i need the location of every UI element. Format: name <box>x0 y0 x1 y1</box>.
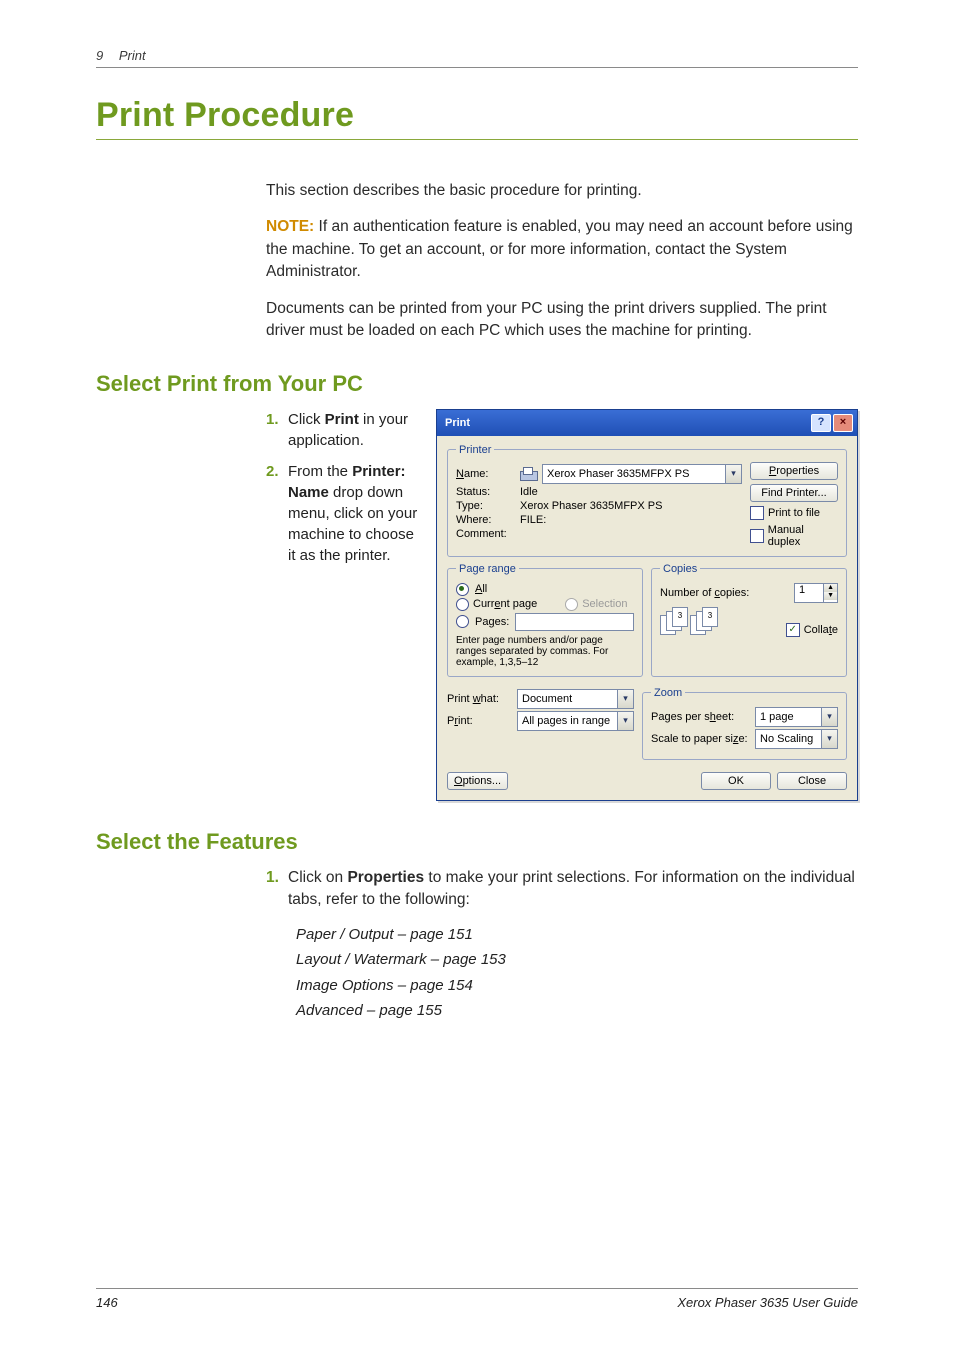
chevron-down-icon[interactable]: ▾ <box>821 708 837 726</box>
ref-item: Paper / Output – page 151 <box>296 922 858 948</box>
close-button[interactable]: Close <box>777 772 847 790</box>
ok-button[interactable]: OK <box>701 772 771 790</box>
intro-paragraph: This section describes the basic procedu… <box>266 180 858 202</box>
collate-icon: 1 2 3 1 2 3 <box>660 605 724 637</box>
manual-duplex-checkbox[interactable]: Manual duplex <box>750 524 838 548</box>
copies-label: Number of copies: <box>660 587 749 599</box>
intro-block: This section describes the basic procedu… <box>266 180 858 343</box>
radio-icon <box>456 615 469 628</box>
range-pages-radio[interactable]: Pages: <box>456 613 634 631</box>
chevron-up-icon[interactable]: ▲ <box>824 584 837 592</box>
printer-comment-label: Comment: <box>456 528 514 540</box>
print-range-dropdown[interactable]: All pages in range ▾ <box>517 711 634 731</box>
step-2: 2. From the Printer: Name drop down menu… <box>266 461 418 566</box>
section1-layout: 1. Click Print in your application. 2. F… <box>266 409 858 801</box>
step-number: 1. <box>266 409 288 451</box>
section1-steps: 1. Click Print in your application. 2. F… <box>266 409 418 576</box>
print-to-file-checkbox[interactable]: Print to file <box>750 506 838 520</box>
checkbox-icon: ✓ <box>786 623 800 637</box>
pages-per-sheet-label: Pages per sheet: <box>651 711 749 723</box>
running-header: 9 Print <box>96 48 858 68</box>
ref-item: Advanced – page 155 <box>296 998 858 1024</box>
section-heading-select-print: Select Print from Your PC <box>96 371 858 397</box>
section2-body: 1. Click on Properties to make your prin… <box>266 867 858 912</box>
range-current-radio[interactable]: Current page <box>456 598 537 611</box>
radio-icon <box>565 598 578 611</box>
range-all-radio[interactable]: All <box>456 583 634 596</box>
chapter-number: 9 <box>96 48 103 63</box>
chapter-title: Print <box>119 48 146 63</box>
ref-item: Image Options – page 154 <box>296 973 858 999</box>
section-heading-select-features: Select the Features <box>96 829 858 855</box>
printer-name-label: Name: <box>456 468 514 480</box>
ref-item: Layout / Watermark – page 153 <box>296 947 858 973</box>
printer-type-label: Type: <box>456 500 514 512</box>
scale-to-paper-label: Scale to paper size: <box>651 733 749 745</box>
chevron-down-icon[interactable]: ▼ <box>824 592 837 600</box>
guide-title: Xerox Phaser 3635 User Guide <box>677 1295 858 1310</box>
step-text: Click on Properties to make your print s… <box>288 867 858 912</box>
step-1: 1. Click Print in your application. <box>266 409 418 451</box>
dialog-body: Printer Name: Xerox Phaser 3635MFPX PS ▾ <box>437 436 857 800</box>
page-footer: 146 Xerox Phaser 3635 User Guide <box>96 1288 858 1310</box>
zoom-legend: Zoom <box>651 687 685 699</box>
help-icon[interactable]: ? <box>811 414 831 432</box>
section2-step-1: 1. Click on Properties to make your prin… <box>266 867 858 912</box>
printer-where-value: FILE: <box>520 514 546 526</box>
copies-group: Copies Number of copies: 1 ▲▼ <box>651 563 847 677</box>
step-text: From the Printer: Name drop down menu, c… <box>288 461 418 566</box>
page: 9 Print Print Procedure This section des… <box>0 0 954 1350</box>
print-what-label: Print what: <box>447 693 511 705</box>
print-dialog: Print ? × Printer Name: <box>436 409 858 801</box>
printer-group: Printer Name: Xerox Phaser 3635MFPX PS ▾ <box>447 444 847 557</box>
reference-list: Paper / Output – page 151 Layout / Water… <box>296 922 858 1024</box>
options-button[interactable]: Options... <box>447 772 508 790</box>
printer-where-label: Where: <box>456 514 514 526</box>
chevron-down-icon[interactable]: ▾ <box>617 690 633 708</box>
pages-input[interactable] <box>515 613 634 631</box>
intro-paragraph-2: Documents can be printed from your PC us… <box>266 298 858 343</box>
page-range-hint: Enter page numbers and/or page ranges se… <box>456 635 634 668</box>
dialog-titlebar[interactable]: Print ? × <box>437 410 857 436</box>
zoom-group: Zoom Pages per sheet: 1 page ▾ Scale to … <box>642 687 847 760</box>
page-range-group: Page range All Current page Selection Pa… <box>447 563 643 677</box>
page-range-legend: Page range <box>456 563 519 575</box>
step-number: 1. <box>266 867 288 912</box>
chevron-down-icon[interactable]: ▾ <box>821 730 837 748</box>
chapter-sep <box>107 48 119 63</box>
print-range-label: Print: <box>447 715 511 727</box>
chevron-down-icon[interactable]: ▾ <box>725 465 741 483</box>
step-text: Click Print in your application. <box>288 409 418 451</box>
copies-stepper[interactable]: 1 ▲▼ <box>794 583 838 603</box>
note-body: If an authentication feature is enabled,… <box>266 218 853 280</box>
radio-icon <box>456 583 469 596</box>
range-selection-radio: Selection <box>565 598 627 611</box>
properties-button[interactable]: Properties <box>750 462 838 480</box>
page-number: 146 <box>96 1295 118 1310</box>
scale-to-paper-dropdown[interactable]: No Scaling ▾ <box>755 729 838 749</box>
dialog-title: Print <box>445 417 470 429</box>
page-title: Print Procedure <box>96 96 858 135</box>
copies-legend: Copies <box>660 563 700 575</box>
radio-icon <box>456 598 469 611</box>
printer-legend: Printer <box>456 444 494 456</box>
checkbox-icon <box>750 529 764 543</box>
printer-type-value: Xerox Phaser 3635MFPX PS <box>520 500 662 512</box>
close-icon[interactable]: × <box>833 414 853 432</box>
printer-name-dropdown[interactable]: Xerox Phaser 3635MFPX PS ▾ <box>542 464 742 484</box>
step-number: 2. <box>266 461 288 566</box>
printer-status-label: Status: <box>456 486 514 498</box>
print-what-dropdown[interactable]: Document ▾ <box>517 689 634 709</box>
note-label: NOTE: <box>266 218 314 235</box>
find-printer-button[interactable]: Find Printer... <box>750 484 838 502</box>
printer-icon <box>520 467 536 481</box>
chevron-down-icon[interactable]: ▾ <box>617 712 633 730</box>
printer-status-value: Idle <box>520 486 538 498</box>
print-dialog-screenshot: Print ? × Printer Name: <box>436 409 858 801</box>
checkbox-icon <box>750 506 764 520</box>
pages-per-sheet-dropdown[interactable]: 1 page ▾ <box>755 707 838 727</box>
title-rule <box>96 139 858 140</box>
note-paragraph: NOTE: If an authentication feature is en… <box>266 216 858 283</box>
collate-checkbox[interactable]: ✓Collate <box>786 623 838 637</box>
